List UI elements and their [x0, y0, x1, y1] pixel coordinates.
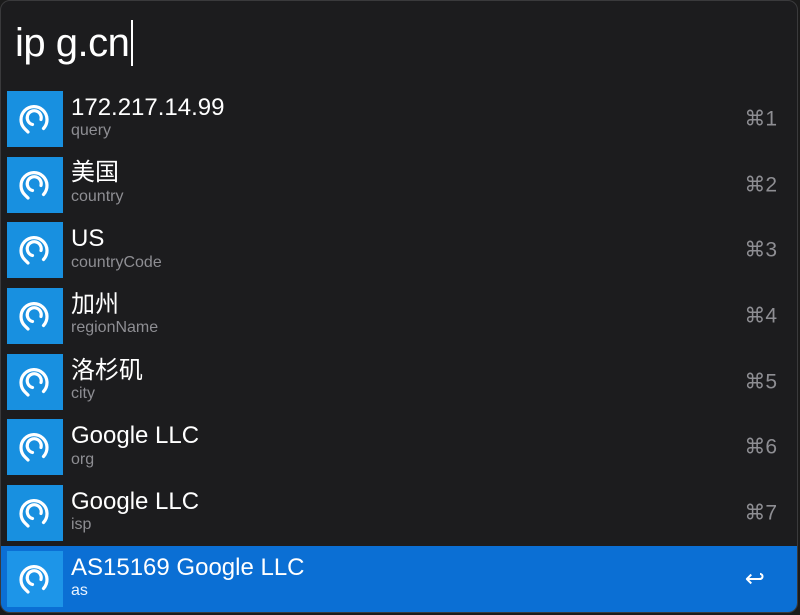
result-row-org[interactable]: Google LLC org ⌘6 [1, 414, 797, 480]
result-title: 加州 [71, 290, 119, 318]
result-shortcut: ⌘7 [744, 501, 777, 525]
result-shortcut: ⌘1 [744, 107, 777, 131]
result-shortcut: ⌘3 [744, 238, 777, 262]
result-row-query[interactable]: 172.217.14.99 query ⌘1 [1, 86, 797, 152]
result-row-country[interactable]: 美国 country ⌘2 [1, 152, 797, 218]
location-pin-icon [7, 287, 63, 344]
location-pin-icon [7, 550, 63, 607]
text-caret [131, 20, 134, 66]
results-list: 172.217.14.99 query ⌘1 美国 country ⌘2 US … [1, 86, 797, 612]
search-bar[interactable]: ip g.cn [1, 1, 797, 85]
result-subtitle: as [71, 582, 88, 600]
result-row-country-code[interactable]: US countryCode ⌘3 [1, 217, 797, 283]
location-pin-icon [7, 90, 63, 147]
result-title: 洛杉矶 [71, 356, 143, 384]
result-title: Google LLC [71, 487, 200, 515]
alfred-window: ip g.cn 172.217.14.99 query ⌘1 美国 countr… [0, 0, 798, 613]
result-row-as[interactable]: AS15169 Google LLC as ↩ [1, 545, 797, 612]
result-shortcut: ⌘2 [744, 173, 777, 197]
result-row-isp[interactable]: Google LLC isp ⌘7 [1, 480, 797, 546]
result-title: AS15169 Google LLC [71, 553, 305, 581]
location-pin-icon [7, 156, 63, 213]
result-shortcut: ⌘6 [744, 435, 777, 459]
result-title: 美国 [71, 159, 119, 187]
result-subtitle: regionName [71, 319, 159, 337]
location-pin-icon [7, 222, 63, 279]
location-pin-icon [7, 353, 63, 410]
result-title: Google LLC [71, 422, 200, 450]
result-title: US [71, 225, 105, 253]
result-shortcut: ⌘5 [744, 370, 777, 394]
result-shortcut: ⌘4 [744, 304, 777, 328]
result-subtitle: countryCode [71, 253, 162, 271]
location-pin-icon [7, 484, 63, 541]
location-pin-icon [7, 419, 63, 476]
result-subtitle: isp [71, 516, 92, 534]
return-key-icon: ↩ [744, 565, 765, 593]
result-subtitle: org [71, 450, 95, 468]
result-row-city[interactable]: 洛杉矶 city ⌘5 [1, 349, 797, 415]
result-subtitle: query [71, 122, 112, 140]
result-subtitle: city [71, 385, 95, 403]
result-title: 172.217.14.99 [71, 93, 225, 121]
search-input[interactable]: ip g.cn [15, 23, 130, 63]
result-row-region-name[interactable]: 加州 regionName ⌘4 [1, 283, 797, 349]
result-subtitle: country [71, 188, 124, 206]
